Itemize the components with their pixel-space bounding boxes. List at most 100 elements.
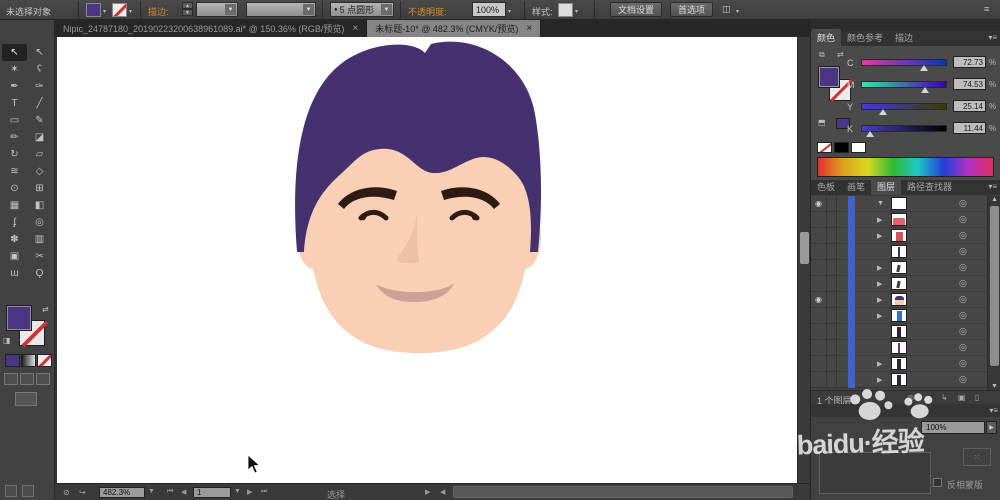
lock-column[interactable]	[827, 196, 837, 211]
bottom-left-icon-2[interactable]	[22, 485, 34, 497]
visibility-eye-icon[interactable]	[811, 340, 827, 355]
layer-thumbnail[interactable]	[891, 197, 907, 210]
symbol-sprayer-tool[interactable]: ✽	[2, 231, 27, 248]
layers-scroll-down-icon[interactable]: ▼	[991, 383, 998, 390]
layers-panel-menu-icon[interactable]: ▾≡	[988, 182, 997, 191]
visibility-eye-icon[interactable]	[811, 356, 827, 371]
mesh-tool[interactable]: ▦	[2, 197, 27, 214]
opacity-dropdown-icon[interactable]: ▾	[508, 8, 511, 15]
visibility-eye-icon[interactable]: ◉	[811, 196, 827, 211]
align-icon[interactable]: ◫	[722, 4, 731, 15]
layer-thumbnail[interactable]	[891, 309, 907, 322]
locate-object-icon[interactable]: ◎	[907, 393, 914, 402]
lock-column[interactable]	[827, 324, 837, 339]
vscroll-thumb[interactable]	[800, 232, 809, 264]
perspective-grid-tool[interactable]: ⊞	[27, 180, 52, 197]
layer-target-icon[interactable]: ◎	[959, 294, 967, 305]
color-spectrum-bar[interactable]	[817, 157, 994, 177]
expand-triangle-icon[interactable]: ▶	[877, 280, 882, 288]
default-fill-stroke-icon[interactable]: ◨	[3, 336, 11, 345]
bottom-left-icon-1[interactable]	[5, 485, 17, 497]
white-swatch[interactable]	[851, 142, 866, 153]
style-swatch[interactable]	[558, 3, 573, 17]
scale-tool[interactable]: ▱	[27, 146, 52, 163]
canvas-horizontal-scrollbar[interactable]	[453, 486, 793, 498]
expand-triangle-icon[interactable]: ▼	[877, 200, 884, 207]
layer-target-icon[interactable]: ◎	[959, 342, 967, 353]
stroke-weight-stepper[interactable]: ▲ ▼	[182, 2, 193, 17]
artboard-canvas[interactable]	[57, 37, 797, 483]
brush-definition-combo[interactable]: ● 5 点圆形 ▼	[330, 2, 394, 17]
layers-scrollbar[interactable]: ▲ ▼	[987, 196, 1000, 390]
layer-thumbnail[interactable]	[891, 213, 907, 226]
visibility-eye-icon[interactable]	[811, 276, 827, 291]
layer-row-4[interactable]: ◎	[811, 244, 987, 260]
layer-thumbnail[interactable]	[891, 229, 907, 242]
color-panel-menu-icon[interactable]: ▾≡	[988, 33, 997, 42]
lock-column[interactable]	[827, 276, 837, 291]
status-history-icon[interactable]: ⊘	[63, 488, 70, 497]
transparency-opacity-field[interactable]: 100%	[921, 421, 985, 434]
last-artboard-icon[interactable]: ⏭	[261, 488, 267, 496]
layer-thumbnail[interactable]	[891, 293, 907, 306]
expand-triangle-icon[interactable]: ▶	[877, 360, 882, 368]
layer-target-icon[interactable]: ◎	[959, 310, 967, 321]
expand-triangle-icon[interactable]: ▶	[877, 296, 882, 304]
channel-slider[interactable]	[861, 103, 947, 110]
lock-column[interactable]	[827, 212, 837, 227]
hscroll-right-icon[interactable]: ◀	[440, 488, 445, 496]
gradient-tool[interactable]: ◧	[27, 197, 52, 214]
channel-slider-thumb[interactable]	[866, 131, 875, 137]
fill-color-swatch[interactable]	[86, 3, 101, 17]
layer-thumbnail[interactable]	[891, 261, 907, 274]
channel-slider-thumb[interactable]	[919, 65, 928, 71]
transparency-panel-menu-icon[interactable]: ▾≡	[989, 406, 998, 415]
layer-row-6[interactable]: ▶ ◎	[811, 276, 987, 292]
channel-value-field[interactable]: 74.53	[953, 78, 986, 90]
swap-fill-stroke-icon[interactable]: ⇄	[42, 305, 49, 314]
stroke-link[interactable]: 描边:	[148, 5, 169, 18]
layer-row-3[interactable]: ▶ ◎	[811, 228, 987, 244]
layer-row-8[interactable]: ▶ ◎	[811, 308, 987, 324]
line-segment-tool[interactable]: ╱	[27, 95, 52, 112]
document-tab-2[interactable]: 未标题-10* @ 482.3% (CMYK/预览) ×	[367, 20, 542, 37]
opacity-field[interactable]: 100%	[472, 2, 506, 17]
toolbar-fill-proxy[interactable]	[6, 305, 32, 331]
invert-mask-checkbox[interactable]	[933, 478, 942, 487]
layer-target-icon[interactable]: ◎	[959, 326, 967, 337]
layer-row-5[interactable]: ▶ ◎	[811, 260, 987, 276]
zoom-level-field[interactable]: 482.3%	[99, 487, 145, 498]
expand-triangle-icon[interactable]: ▶	[877, 312, 882, 320]
eraser-tool[interactable]: ◪	[27, 129, 52, 146]
expand-triangle-icon[interactable]: ▶	[877, 264, 882, 272]
layer-target-icon[interactable]: ◎	[959, 198, 967, 209]
out-of-gamut-icon[interactable]: ⬒	[818, 118, 826, 127]
pencil-tool[interactable]: ✏	[2, 129, 27, 146]
tab-close-icon[interactable]: ×	[352, 23, 358, 34]
lock-column[interactable]	[827, 260, 837, 275]
transparency-opacity-arrow-icon[interactable]: ▶	[986, 421, 997, 434]
fill-dropdown-icon[interactable]: ▾	[103, 8, 106, 15]
tab-路径查找器[interactable]: 路径查找器	[901, 178, 958, 195]
lock-column[interactable]	[827, 292, 837, 307]
tab-图层[interactable]: 图层	[871, 178, 902, 195]
new-layer-icon[interactable]: ▣	[958, 393, 966, 402]
expand-triangle-icon[interactable]: ▶	[877, 376, 882, 384]
layer-row-11[interactable]: ▶ ◎	[811, 356, 987, 372]
tab-close-icon[interactable]: ×	[526, 23, 532, 34]
layer-row-7[interactable]: ◉ ▶ ◎	[811, 292, 987, 308]
blend-tool[interactable]: ◎	[27, 214, 52, 231]
layer-target-icon[interactable]: ◎	[959, 262, 967, 273]
curvature-tool[interactable]: ✑	[27, 78, 52, 95]
channel-slider[interactable]	[861, 59, 947, 66]
draw-inside-mode-button[interactable]	[36, 373, 50, 385]
screen-mode-button[interactable]	[15, 392, 37, 406]
zoom-tool[interactable]: Ǫ	[27, 265, 52, 282]
canvas-vertical-scrollbar[interactable]	[797, 37, 810, 483]
new-sublayer-icon[interactable]: ↳	[941, 393, 948, 402]
direct-selection-tool[interactable]: ↖	[27, 44, 52, 61]
layer-thumbnail[interactable]	[891, 325, 907, 338]
color-mode-button[interactable]	[5, 354, 20, 367]
gradient-mode-button[interactable]	[21, 354, 36, 367]
layer-thumbnail[interactable]	[891, 373, 907, 386]
